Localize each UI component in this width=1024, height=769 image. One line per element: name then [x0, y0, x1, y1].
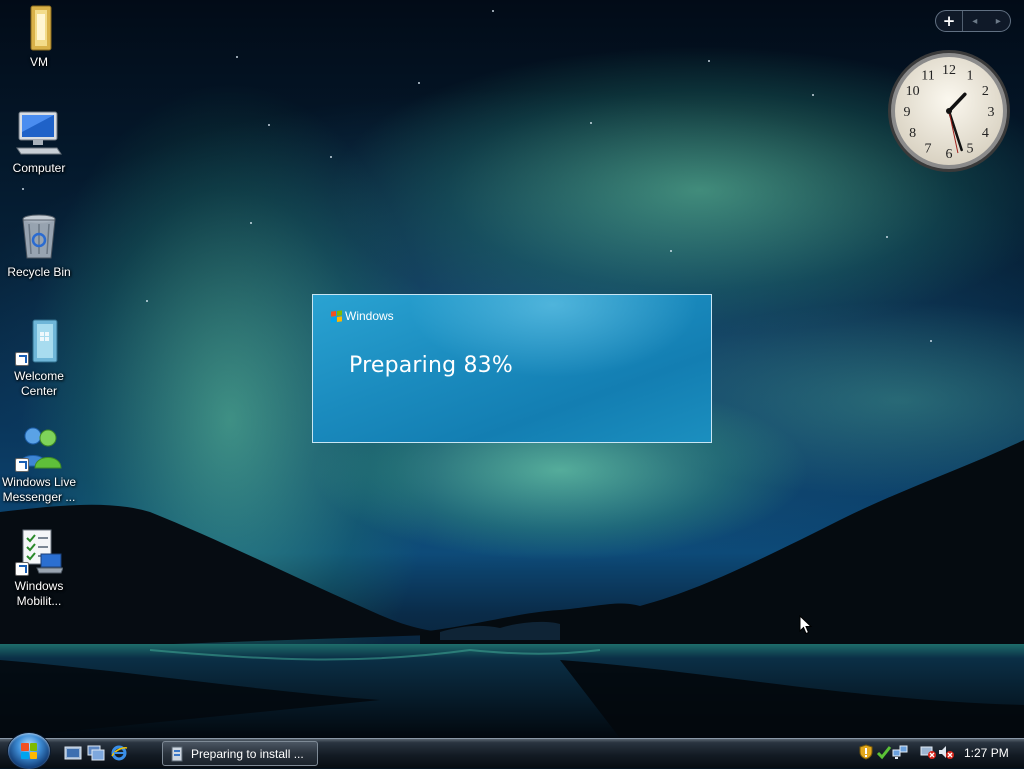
computer-icon — [15, 110, 63, 158]
sidebar-gadget-controls: + ◂ ▸ — [935, 10, 1011, 32]
windows-brand: Windows — [331, 309, 394, 323]
desktop-icon-label: Recycle Bin — [7, 265, 71, 279]
clock-numeral: 9 — [904, 105, 911, 120]
notification-area: 1:27 PM — [852, 739, 1024, 768]
windows-setup-dialog: Windows Preparing 83% — [312, 294, 712, 443]
desktop-icon-label: Windows Live Messenger ... — [1, 475, 77, 504]
switch-windows-icon[interactable] — [87, 745, 105, 761]
clock-numeral: 6 — [946, 147, 953, 162]
windows-brand-label: Windows — [345, 309, 394, 323]
setup-installer-icon — [171, 746, 183, 761]
messenger-icon — [15, 424, 63, 472]
shortcut-arrow-icon — [15, 458, 29, 472]
recycle-bin-icon — [15, 214, 63, 262]
add-gadget-button[interactable]: + — [936, 11, 963, 31]
desktop-icon-label: Welcome Center — [14, 369, 64, 398]
clock-numeral: 5 — [967, 141, 974, 156]
clock-numeral: 3 — [988, 105, 995, 120]
windows-update-icon[interactable] — [876, 744, 892, 760]
clock-numeral: 8 — [909, 126, 916, 141]
windows-flag-icon — [21, 743, 37, 759]
mouse-pointer-icon — [799, 615, 813, 635]
taskbar-button-setup[interactable]: Preparing to install ... — [162, 741, 318, 766]
clock-numeral: 4 — [982, 126, 989, 141]
desktop-icon-vm[interactable]: VM — [0, 4, 78, 70]
show-desktop-icon[interactable] — [64, 745, 82, 761]
clock-numeral: 11 — [921, 69, 934, 84]
network-icon[interactable] — [892, 744, 908, 760]
setup-progress-status: Preparing 83% — [349, 353, 513, 378]
gadget-prev-button[interactable]: ◂ — [963, 16, 987, 27]
clock-numeral: 7 — [925, 141, 932, 156]
folder-icon — [15, 4, 63, 52]
desktop-icon-windows-live-messenger[interactable]: Windows Live Messenger ... — [0, 424, 78, 505]
clock-numeral: 12 — [942, 63, 956, 78]
desktop-icon-windows-mobility[interactable]: Windows Mobilit... — [0, 528, 78, 609]
mobility-center-icon — [15, 528, 64, 576]
volume-muted-icon[interactable] — [938, 744, 954, 760]
shortcut-arrow-icon — [15, 562, 29, 576]
clock-numeral: 2 — [982, 84, 989, 99]
desktop-icon-computer[interactable]: Computer — [0, 110, 78, 176]
shortcut-arrow-icon — [15, 352, 29, 366]
security-alert-icon[interactable] — [858, 744, 874, 760]
desktop-icon-recycle-bin[interactable]: Recycle Bin — [0, 214, 78, 280]
taskbar-clock[interactable]: 1:27 PM — [964, 746, 1009, 760]
clock-numeral: 1 — [967, 69, 974, 84]
desktop-icon-welcome-center[interactable]: Welcome Center — [0, 318, 78, 399]
internet-explorer-icon[interactable] — [110, 745, 128, 761]
desktop-icon-label: Computer — [12, 161, 66, 175]
windows-flag-icon — [331, 309, 342, 323]
gadget-next-button[interactable]: ▸ — [987, 16, 1011, 27]
clock-gadget[interactable]: 1234567891011 12 — [886, 48, 1012, 174]
desktop-icon-label: Windows Mobilit... — [14, 579, 64, 608]
welcome-center-icon — [15, 318, 63, 366]
taskbar-button-label: Preparing to install ... — [191, 746, 304, 761]
desktop-icon-label: VM — [30, 55, 48, 69]
network-disconnected-icon[interactable] — [920, 744, 936, 760]
start-button[interactable] — [8, 733, 50, 769]
clock-numeral: 10 — [906, 84, 920, 99]
